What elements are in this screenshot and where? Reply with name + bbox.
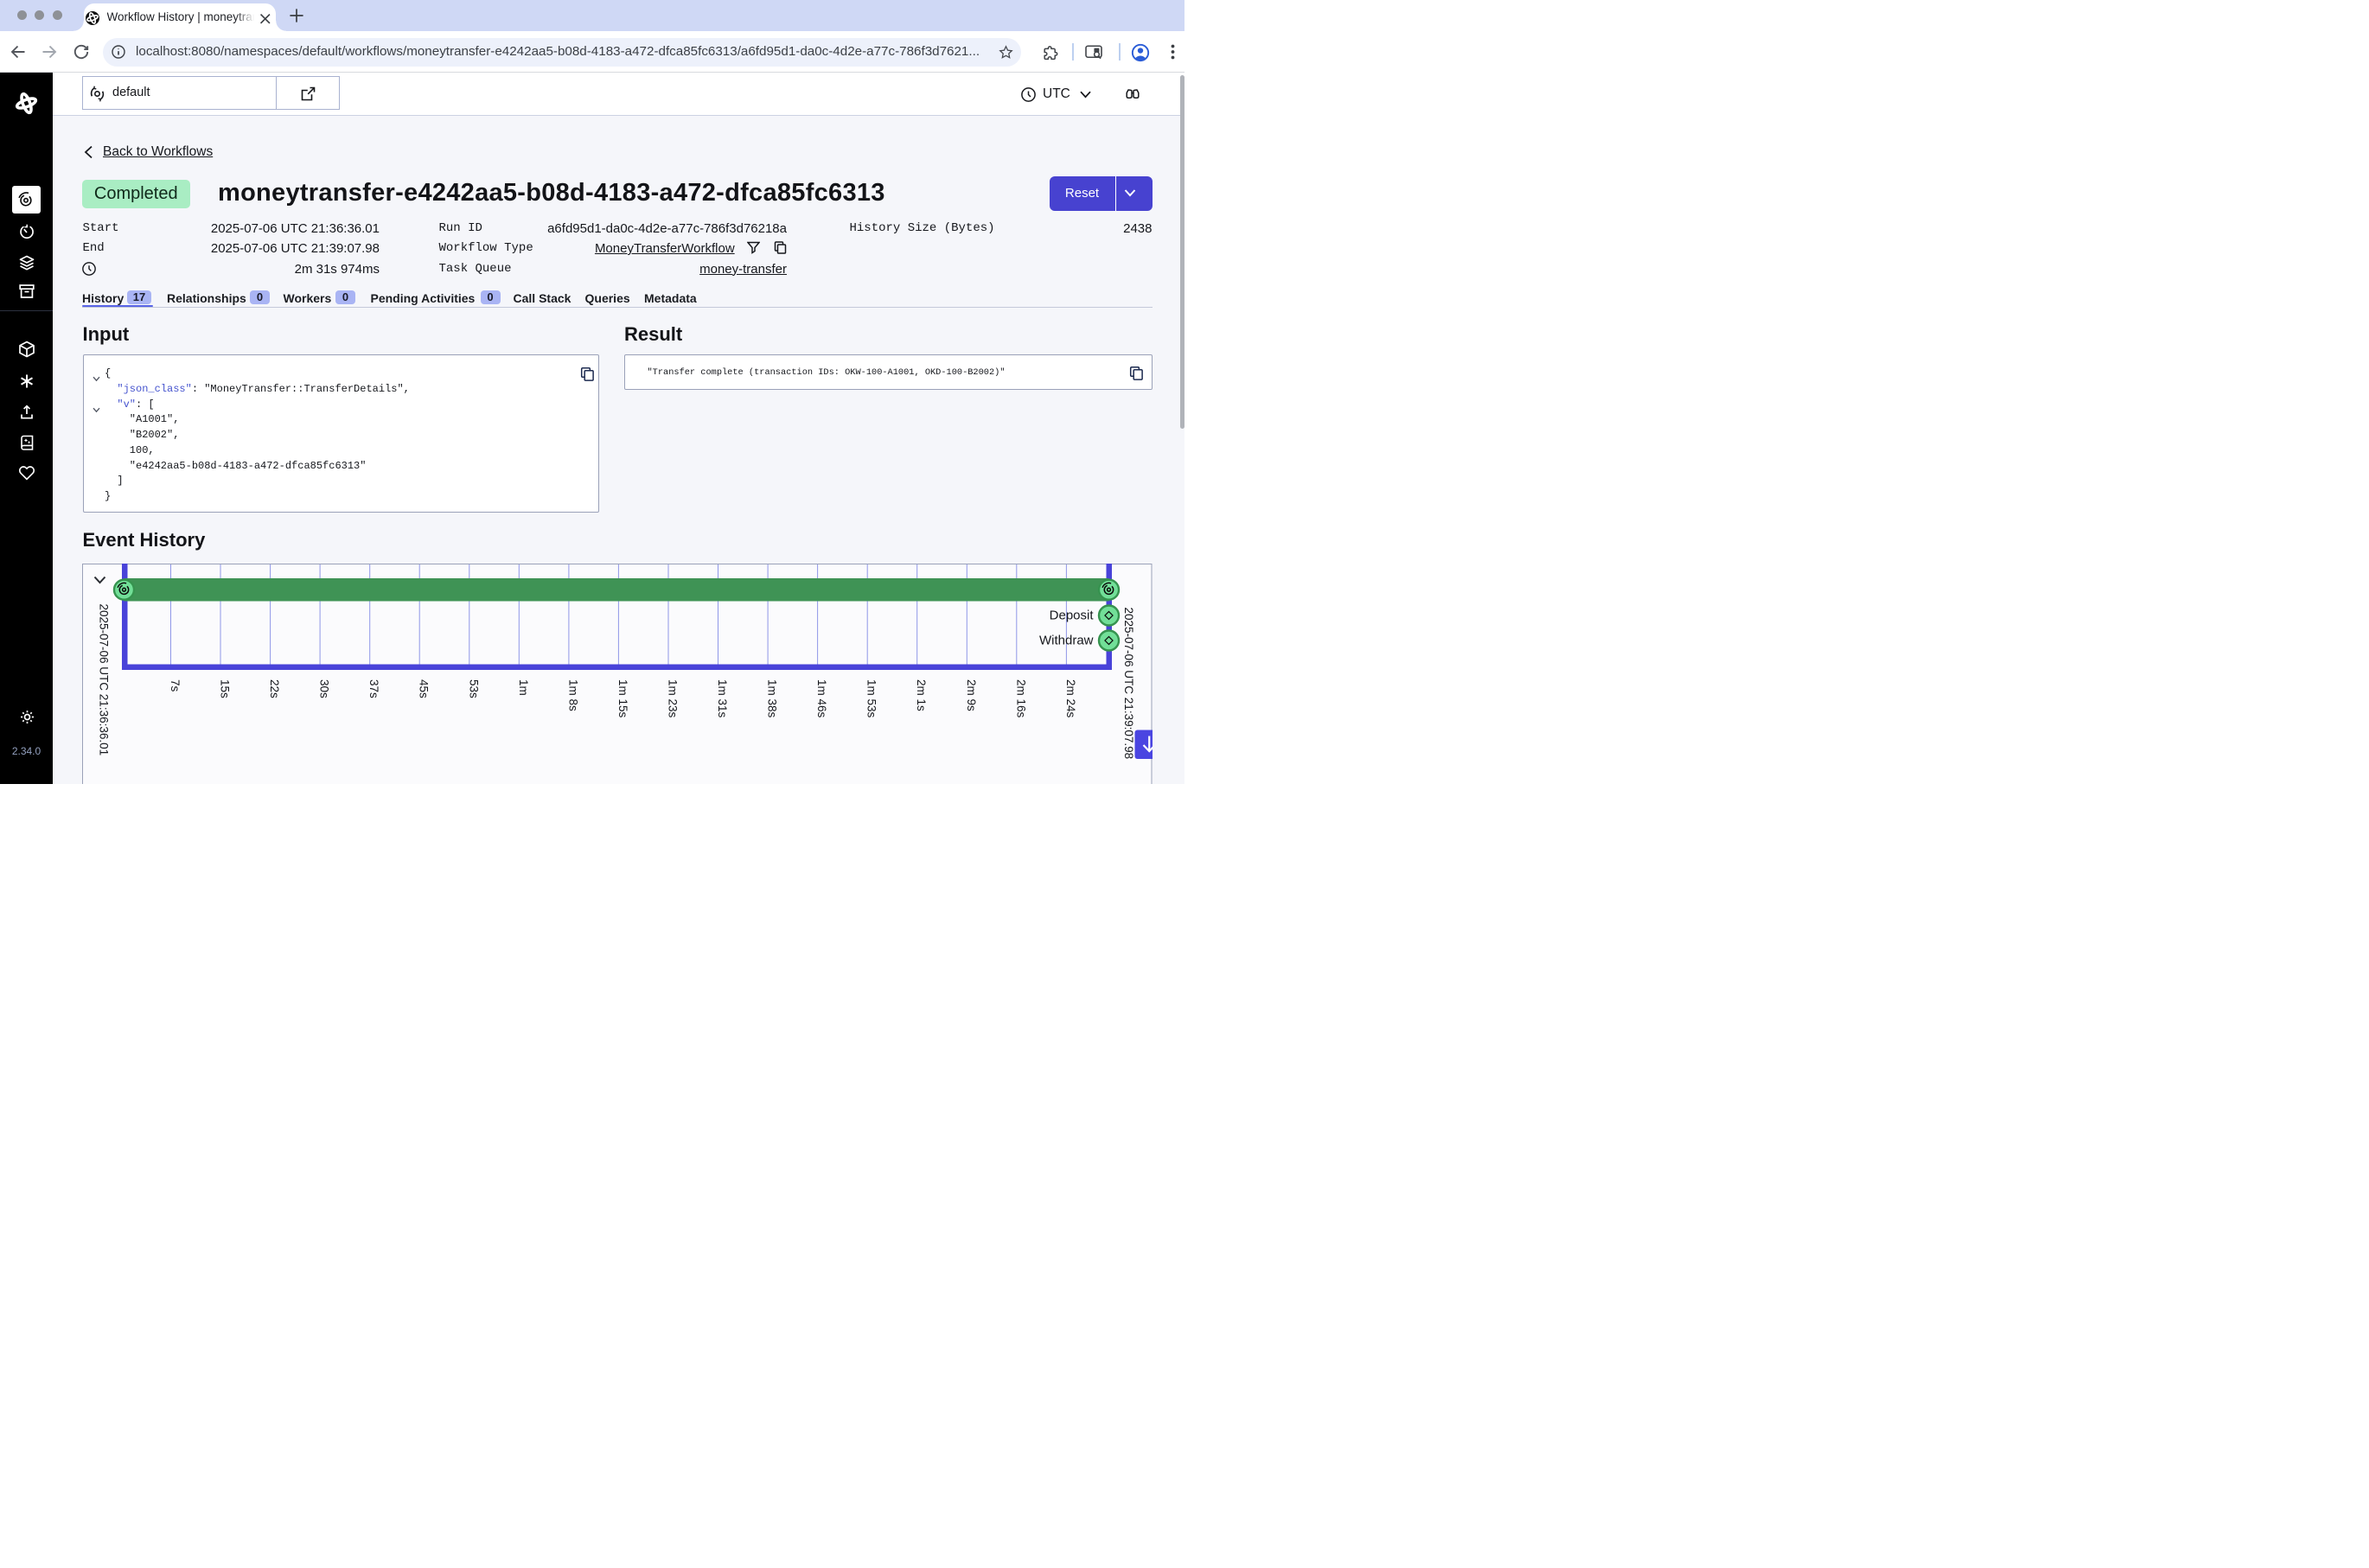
svg-text:1m 15s: 1m 15s	[616, 679, 629, 718]
svg-text:45s: 45s	[418, 679, 431, 698]
svg-text:15s: 15s	[219, 679, 232, 698]
svg-text:1m 46s: 1m 46s	[815, 679, 828, 718]
svg-text:1m 53s: 1m 53s	[865, 679, 878, 718]
svg-text:2m 24s: 2m 24s	[1064, 679, 1077, 718]
svg-text:2m 16s: 2m 16s	[1014, 679, 1027, 718]
svg-text:22s: 22s	[268, 679, 281, 698]
svg-text:Deposit: Deposit	[1050, 608, 1095, 622]
svg-text:Withdraw: Withdraw	[1039, 633, 1094, 647]
svg-text:37s: 37s	[367, 679, 380, 698]
svg-text:1m: 1m	[517, 679, 530, 696]
svg-text:30s: 30s	[318, 679, 331, 698]
svg-text:1m 31s: 1m 31s	[716, 679, 729, 718]
svg-text:53s: 53s	[467, 679, 480, 698]
svg-text:2025-07-06 UTC 21:39:07.98: 2025-07-06 UTC 21:39:07.98	[1122, 607, 1135, 759]
svg-text:1m 38s: 1m 38s	[766, 679, 779, 718]
svg-text:2025-07-06 UTC 21:36:36.01: 2025-07-06 UTC 21:36:36.01	[98, 603, 111, 755]
svg-text:2m 9s: 2m 9s	[965, 679, 978, 711]
svg-text:1m 23s: 1m 23s	[667, 679, 680, 718]
svg-text:1m 8s: 1m 8s	[566, 679, 579, 711]
svg-text:2m 1s: 2m 1s	[915, 679, 928, 711]
svg-text:7s: 7s	[169, 679, 182, 692]
